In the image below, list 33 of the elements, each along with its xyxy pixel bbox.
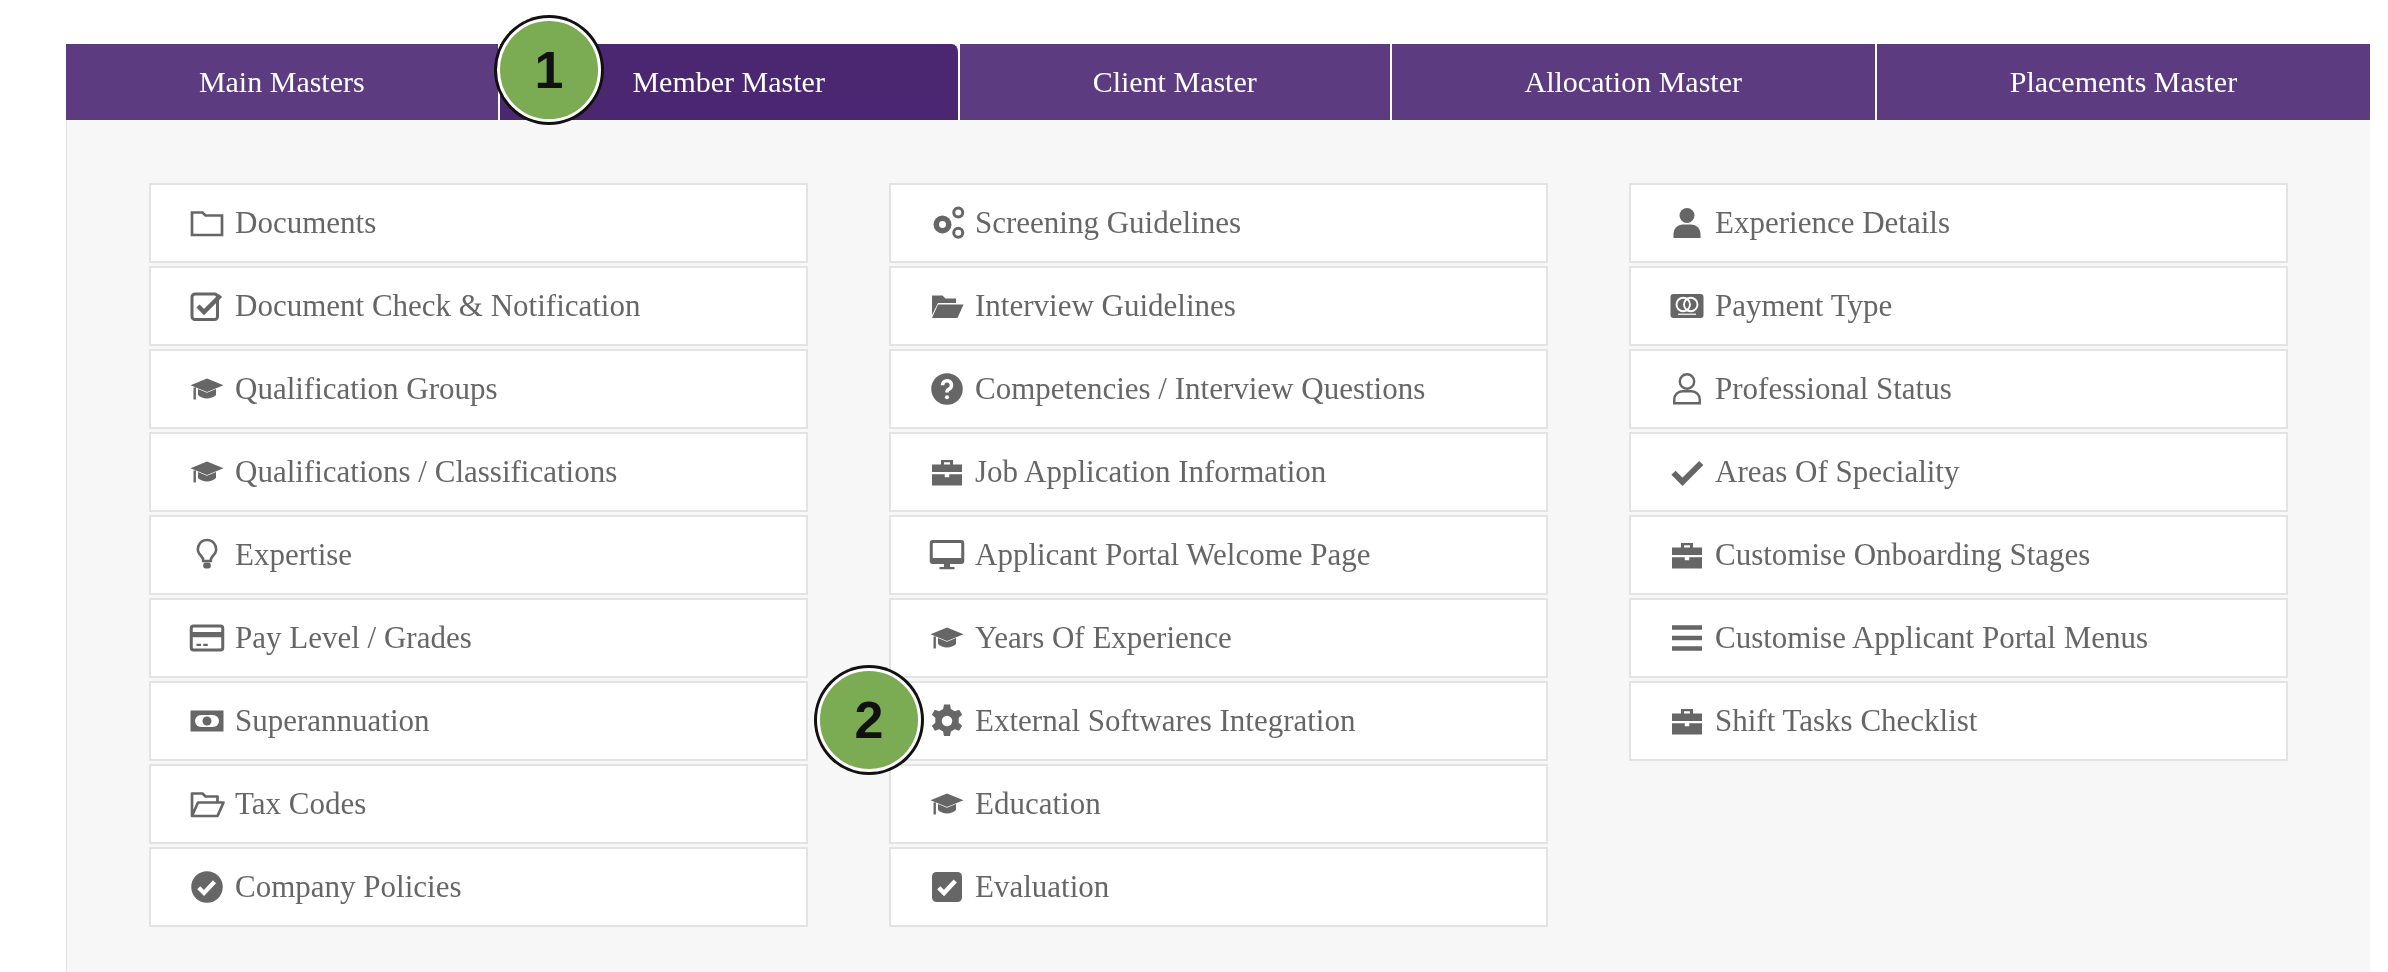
tab[interactable]: Client Master — [959, 44, 1392, 120]
menu-item[interactable]: Qualifications / Classifications — [149, 432, 808, 512]
menu-item[interactable]: Applicant Portal Welcome Page — [889, 515, 1548, 595]
menu-item[interactable]: Documents — [149, 183, 808, 263]
menu-item[interactable]: Years Of Experience — [889, 598, 1548, 678]
menu-item[interactable]: Education — [889, 764, 1548, 844]
menu-item[interactable]: Company Policies — [149, 847, 808, 927]
menu-item[interactable]: Competencies / Interview Questions — [889, 349, 1548, 429]
menu-item[interactable]: Payment Type — [1629, 266, 2288, 346]
menu-item[interactable]: Pay Level / Grades — [149, 598, 808, 678]
menu-item[interactable]: Superannuation — [149, 681, 808, 761]
menu-item[interactable]: Experience Details — [1629, 183, 2288, 263]
question-circle-icon — [929, 371, 965, 407]
menu-item[interactable]: Areas Of Speciality — [1629, 432, 2288, 512]
menu-item[interactable]: Expertise — [149, 515, 808, 595]
tab[interactable]: Main Masters — [66, 44, 500, 120]
check-circle-icon — [189, 869, 225, 905]
menu-item[interactable]: Evaluation — [889, 847, 1548, 927]
menu-item[interactable]: Professional Status — [1629, 349, 2288, 429]
callout-tooltip: 1 — [497, 18, 601, 122]
menu-item[interactable]: Shift Tasks Checklist — [1629, 681, 2288, 761]
tab[interactable]: Placements Master — [1876, 44, 2371, 120]
menu-item[interactable]: Document Check & Notification — [149, 266, 808, 346]
menu-item[interactable]: Customise Applicant Portal Menus — [1629, 598, 2288, 678]
menu-item[interactable]: Tax Codes — [149, 764, 808, 844]
menu-item[interactable]: Job Application Information — [889, 432, 1548, 512]
gear-icon — [929, 703, 965, 739]
menu-item[interactable]: Qualification Groups — [149, 349, 808, 429]
tab[interactable]: Allocation Master — [1391, 44, 1877, 120]
menu-item[interactable]: Interview Guidelines — [889, 266, 1548, 346]
menu-item[interactable]: Screening Guidelines — [889, 183, 1548, 263]
menu-item[interactable]: Customise Onboarding Stages — [1629, 515, 2288, 595]
check-square-solid-icon — [929, 869, 965, 905]
